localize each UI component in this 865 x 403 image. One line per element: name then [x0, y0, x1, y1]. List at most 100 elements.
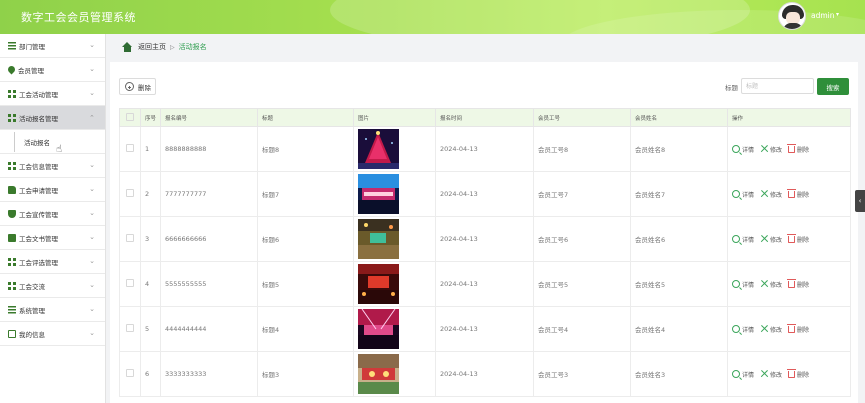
row-select-cell[interactable] — [119, 216, 141, 262]
detail-button[interactable]: 详情 — [732, 280, 754, 289]
edit-button[interactable]: 修改 — [760, 235, 782, 244]
member-name: 会员姓名8 — [630, 126, 728, 172]
detail-button[interactable]: 详情 — [732, 235, 754, 244]
row-checkbox[interactable] — [126, 234, 134, 242]
delete-button[interactable]: 删除 — [787, 279, 810, 289]
breadcrumb-current: 活动报名 — [178, 43, 207, 51]
row-image[interactable] — [358, 174, 435, 214]
edit-label: 修改 — [770, 281, 783, 289]
sidebar-item[interactable]: 工会交流 ⌄ — [0, 274, 105, 298]
detail-magnifier-icon — [732, 235, 740, 243]
delete-button[interactable]: 删除 — [787, 144, 809, 154]
sidebar-item[interactable]: 活动报名管理 ⌄ — [0, 106, 105, 130]
column-header: 图片 — [353, 108, 436, 127]
select-all-header[interactable] — [119, 108, 141, 127]
sidebar-item-label: 工会文书管理 — [19, 234, 58, 243]
table-row: 4 5555555555 标题5 2024-04-13 会员工号5 会员姓名5 详情 修改 删除 — [119, 261, 851, 307]
row-image[interactable] — [358, 129, 435, 169]
row-checkbox[interactable] — [126, 369, 134, 377]
row-select-cell[interactable] — [119, 261, 141, 307]
delete-label: 删除 — [797, 371, 810, 379]
member-number: 会员工号8 — [533, 126, 631, 172]
row-image[interactable] — [358, 309, 435, 349]
sidebar-item[interactable]: 部门管理 ⌄ — [0, 34, 105, 58]
add-circle-icon — [125, 82, 134, 91]
sidebar-item[interactable]: 工会文书管理 ⌄ — [0, 226, 105, 250]
delete-button[interactable]: 删除 — [787, 234, 809, 244]
breadcrumb: 返回主页 ▷ 活动报名 — [122, 41, 207, 53]
sidebar-item[interactable]: 系统管理 ⌄ — [0, 298, 105, 322]
row-select-cell[interactable] — [119, 126, 141, 172]
detail-button[interactable]: 详情 — [732, 145, 754, 154]
row-checkbox[interactable] — [126, 144, 134, 152]
edit-button[interactable]: 修改 — [760, 190, 782, 199]
sidebar-item-label: 部门管理 — [19, 42, 45, 51]
delete-button[interactable]: 删除 — [787, 189, 809, 199]
row-actions: 详情 修改 删除 — [727, 261, 851, 307]
row-select-cell[interactable] — [119, 171, 141, 217]
sidebar-item[interactable]: 工会申请管理 ⌄ — [0, 178, 105, 202]
batch-delete-label: 删除 — [138, 83, 151, 92]
row-checkbox[interactable] — [126, 189, 134, 197]
edit-button[interactable]: 修改 — [760, 370, 782, 379]
sidebar-item[interactable]: 会员管理 ⌄ — [0, 58, 105, 82]
sidebar-subitem[interactable]: 活动报名 — [0, 130, 105, 154]
row-checkbox[interactable] — [126, 279, 134, 287]
edit-label: 修改 — [770, 146, 783, 154]
edit-button[interactable]: 修改 — [760, 325, 782, 334]
delete-label: 删除 — [797, 281, 810, 289]
sidebar-item-label: 工会交流 — [19, 282, 45, 291]
table-row: 5 4444444444 标题4 2024-04-13 会员工号4 会员姓名4 详情 修改 删除 — [119, 306, 851, 352]
top-header: 数字工会会员管理系统 admin ▾ — [0, 0, 865, 34]
breadcrumb-home-link[interactable]: 返回主页 — [138, 42, 166, 52]
home-icon[interactable] — [122, 42, 133, 52]
registration-date: 2024-04-13 — [435, 126, 534, 172]
table-row: 2 7777777777 标题7 2024-04-13 会员工号7 会员姓名7 详情 修改 删除 — [119, 171, 851, 217]
username[interactable]: admin — [811, 11, 835, 20]
select-all-checkbox[interactable] — [126, 112, 134, 121]
delete-button[interactable]: 删除 — [787, 369, 810, 379]
sidebar-item-label: 系统管理 — [19, 306, 45, 315]
sidebar-item[interactable]: 工会活动管理 ⌄ — [0, 82, 105, 106]
sidebar-item[interactable]: 工会宣传管理 ⌄ — [0, 202, 105, 226]
breadcrumb-separator-icon: ▷ — [170, 43, 175, 51]
row-select-cell[interactable] — [119, 351, 141, 397]
row-image-cell — [353, 351, 436, 397]
registration-date: 2024-04-13 — [435, 306, 534, 352]
table-row: 6 3333333333 标题3 2024-04-13 会员工号3 会员姓名3 详情 修改 删除 — [119, 351, 851, 397]
search-button[interactable]: 搜索 — [817, 78, 849, 95]
user-dropdown-chevron-icon[interactable]: ▾ — [836, 11, 839, 18]
sidebar-item[interactable]: 我的信息 ⌄ — [0, 322, 105, 346]
delete-button[interactable]: 删除 — [787, 324, 809, 334]
batch-delete-button[interactable]: 删除 — [119, 78, 156, 95]
sidebar-item[interactable]: 工会评选管理 ⌄ — [0, 250, 105, 274]
registration-code: 4444444444 — [160, 306, 258, 352]
registration-code: 8888888888 — [160, 126, 258, 172]
row-image[interactable] — [358, 354, 435, 394]
detail-button[interactable]: 详情 — [732, 190, 754, 199]
edit-label: 修改 — [770, 371, 783, 379]
row-image[interactable] — [358, 219, 435, 259]
detail-button[interactable]: 详情 — [732, 370, 754, 379]
detail-magnifier-icon — [732, 370, 740, 378]
sidebar-item-label: 我的信息 — [19, 330, 45, 339]
row-actions: 详情 修改 删除 — [727, 126, 851, 172]
detail-button[interactable]: 详情 — [732, 325, 754, 334]
row-image[interactable] — [358, 264, 435, 304]
row-image-cell — [353, 261, 436, 307]
edit-button[interactable]: 修改 — [760, 145, 782, 154]
chevron-icon: ⌄ — [89, 65, 95, 73]
edit-label: 修改 — [770, 326, 783, 334]
sidebar-item[interactable]: 工会信息管理 ⌄ — [0, 154, 105, 178]
detail-label: 详情 — [742, 326, 755, 334]
row-checkbox[interactable] — [126, 324, 134, 332]
search-input[interactable] — [741, 78, 814, 94]
avatar[interactable] — [778, 2, 806, 30]
row-select-cell[interactable] — [119, 306, 141, 352]
row-actions: 详情 修改 删除 — [727, 351, 851, 397]
side-collapse-tab[interactable]: ‹ — [855, 190, 865, 212]
edit-scissors-icon — [760, 325, 768, 333]
edit-button[interactable]: 修改 — [760, 280, 782, 289]
column-header: 会员工号 — [533, 108, 631, 127]
row-image-cell — [353, 306, 436, 352]
